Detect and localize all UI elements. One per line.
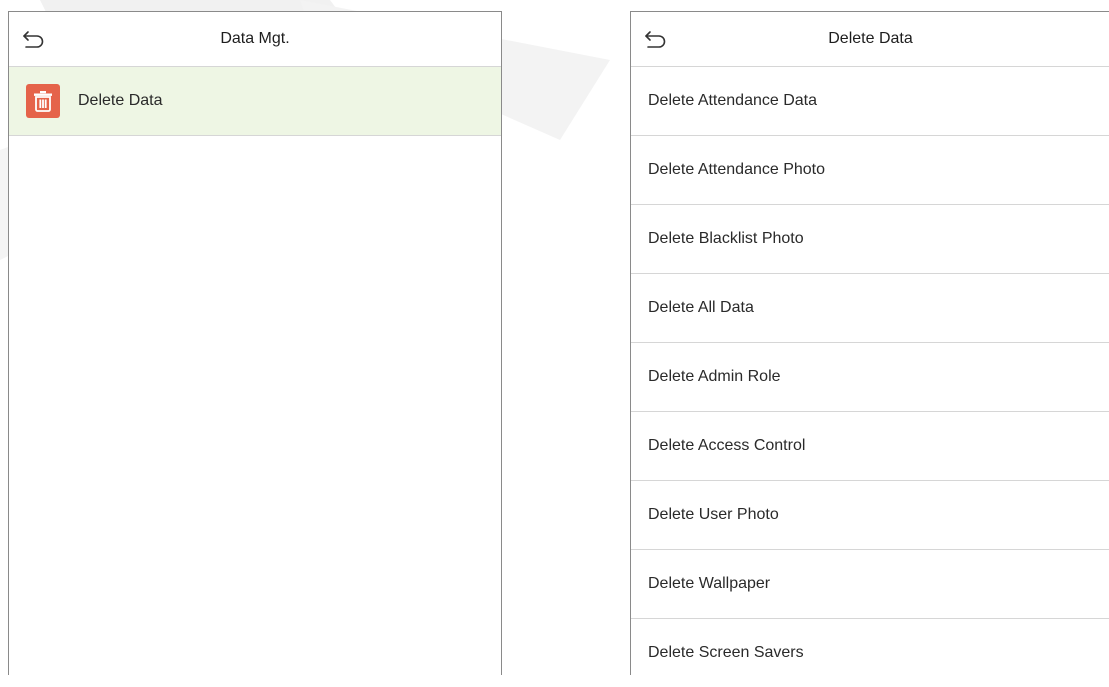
trash-icon-tile (26, 84, 60, 118)
delete-data-screen: Delete Data Delete Attendance Data Delet… (630, 11, 1109, 675)
data-mgt-screen: Data Mgt. Delete Data (8, 11, 502, 675)
header: Delete Data (631, 12, 1109, 67)
menu-item-delete-attendance-photo[interactable]: Delete Attendance Photo (631, 136, 1109, 205)
menu-item-delete-admin-role[interactable]: Delete Admin Role (631, 343, 1109, 412)
menu-item-delete-access-control[interactable]: Delete Access Control (631, 412, 1109, 481)
trash-icon (34, 91, 52, 112)
menu-item-delete-wallpaper[interactable]: Delete Wallpaper (631, 550, 1109, 619)
menu-item-label: Delete Access Control (648, 437, 806, 454)
menu-item-label: Delete User Photo (648, 506, 779, 523)
menu-item-label: Delete All Data (648, 299, 754, 316)
menu-item-label: Delete Attendance Data (648, 92, 818, 109)
header: Data Mgt. (9, 12, 501, 67)
menu-item-delete-blacklist-photo[interactable]: Delete Blacklist Photo (631, 205, 1109, 274)
menu-item-label: Delete Screen Savers (648, 644, 804, 661)
menu-item-label: Delete Admin Role (648, 368, 781, 385)
menu-item-delete-user-photo[interactable]: Delete User Photo (631, 481, 1109, 550)
menu-item-delete-attendance-data[interactable]: Delete Attendance Data (631, 67, 1109, 136)
menu-item-label: Delete Wallpaper (648, 575, 771, 592)
page-title: Delete Data (828, 30, 913, 47)
menu-item-label: Delete Blacklist Photo (648, 230, 804, 247)
menu-item-delete-all-data[interactable]: Delete All Data (631, 274, 1109, 343)
menu-item-label: Delete Data (78, 92, 163, 109)
menu-item-delete-screen-savers[interactable]: Delete Screen Savers (631, 619, 1109, 687)
menu-item-label: Delete Attendance Photo (648, 161, 826, 178)
menu-item-delete-data[interactable]: Delete Data (9, 67, 501, 136)
page-title: Data Mgt. (220, 30, 290, 47)
